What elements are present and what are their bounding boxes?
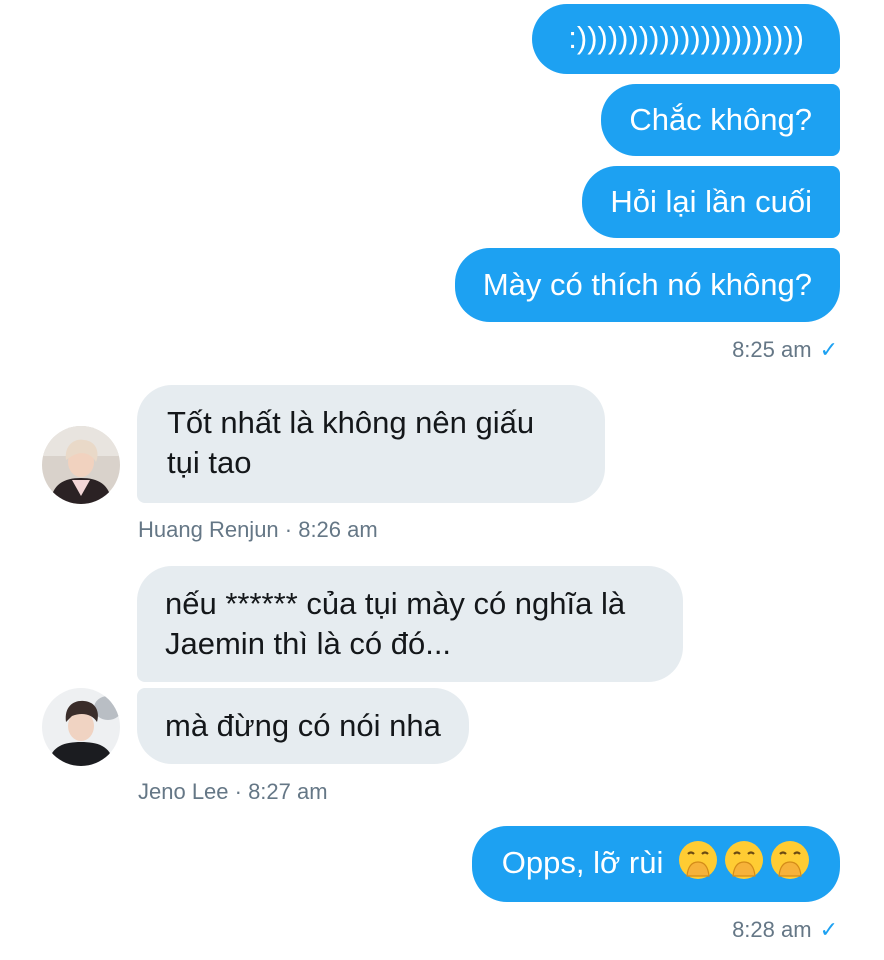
incoming-message[interactable]: Tốt nhất là không nên giấu tụi tao: [137, 385, 605, 503]
sender-info: Huang Renjun · 8:26 am: [138, 517, 378, 542]
hand-over-mouth-emoji: [724, 840, 764, 890]
checkmark-icon: ✓: [819, 337, 838, 362]
outgoing-message[interactable]: Hỏi lại lần cuối: [582, 166, 840, 238]
conversation: :)))))))))))))))))))))) Chắc không? Hỏi …: [0, 0, 884, 960]
outgoing-message[interactable]: Opps, lỡ rùi: [471, 826, 840, 902]
avatar[interactable]: [42, 688, 120, 766]
message-text: Chắc không?: [629, 102, 812, 137]
incoming-message[interactable]: nếu ****** của tụi mày có nghĩa là Jaemi…: [137, 566, 683, 682]
message-timestamp: 8:25 am ✓: [732, 337, 838, 362]
message-text: Hỏi lại lần cuối: [610, 184, 812, 219]
hand-over-mouth-emoji: [770, 840, 810, 890]
sender-info: Jeno Lee · 8:27 am: [138, 779, 328, 804]
incoming-message[interactable]: mà đừng có nói nha: [137, 688, 469, 764]
outgoing-message[interactable]: :)))))))))))))))))))))): [532, 4, 840, 74]
message-timestamp: 8:28 am ✓: [732, 917, 838, 942]
checkmark-icon: ✓: [819, 917, 838, 942]
outgoing-message[interactable]: Chắc không?: [601, 84, 840, 156]
hand-over-mouth-emoji: [678, 840, 718, 890]
outgoing-message[interactable]: Mày có thích nó không?: [454, 248, 840, 322]
message-text: Opps, lỡ rùi: [501, 845, 664, 881]
message-text: Mày có thích nó không?: [482, 267, 812, 302]
avatar[interactable]: [42, 426, 120, 504]
message-text: mà đừng có nói nha: [165, 708, 441, 743]
message-text: :)))))))))))))))))))))): [568, 20, 804, 55]
message-text: Tốt nhất là không nên giấu tụi tao: [167, 405, 535, 480]
message-text: nếu ****** của tụi mày có nghĩa là Jaemi…: [165, 586, 626, 661]
